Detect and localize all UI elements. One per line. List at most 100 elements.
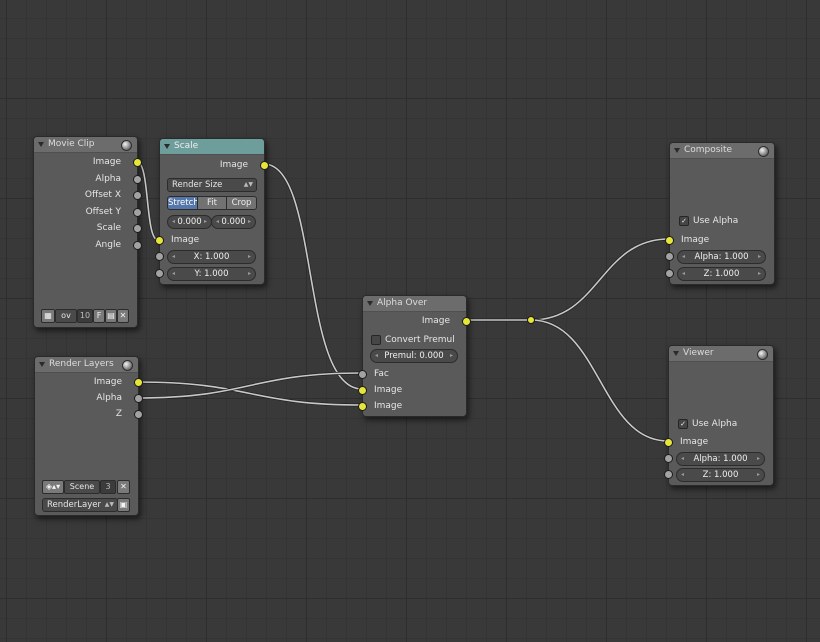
preview-sphere-icon[interactable] <box>758 146 769 157</box>
composite-use-alpha-checkbox[interactable]: ✓ <box>679 216 689 226</box>
offset-y-field[interactable]: ◂ 0.000 ▸ <box>211 215 256 229</box>
render-output-label-z: Z <box>115 409 122 419</box>
render-output-socket-z[interactable] <box>134 410 143 419</box>
scale-y-field[interactable]: ◂ Y: 1.000 ▸ <box>167 267 256 281</box>
fit-button[interactable]: Fit <box>197 196 227 210</box>
decrement-arrow-icon[interactable]: ◂ <box>375 350 378 362</box>
viewer-input-socket-z[interactable] <box>664 470 673 479</box>
reroute-socket[interactable] <box>527 316 535 324</box>
fake-user-button[interactable]: F <box>93 309 105 323</box>
composite-z-field[interactable]: ◂ Z: 1.000 ▸ <box>677 267 766 281</box>
decrement-arrow-icon[interactable]: ◂ <box>681 453 684 465</box>
crop-button[interactable]: Crop <box>226 196 257 210</box>
render-output-socket-alpha[interactable] <box>134 394 143 403</box>
composite-title: Composite <box>684 145 733 155</box>
render-output-socket-image[interactable] <box>134 378 143 387</box>
composite-input-socket-image[interactable] <box>665 236 674 245</box>
decrement-arrow-icon[interactable]: ◂ <box>172 251 175 263</box>
premul-field[interactable]: ◂ Premul: 0.000 ▸ <box>370 349 458 363</box>
alpha-over-input-socket-image-1[interactable] <box>358 386 367 395</box>
viewer-use-alpha-checkbox[interactable]: ✓ <box>678 419 688 429</box>
preview-sphere-icon[interactable] <box>122 360 133 371</box>
viewer-node-header[interactable]: Viewer <box>669 346 773 362</box>
stretch-button[interactable]: Stretch <box>167 196 199 210</box>
increment-arrow-icon[interactable]: ▸ <box>757 453 760 465</box>
alpha-over-output-socket[interactable] <box>462 317 471 326</box>
decrement-arrow-icon[interactable]: ◂ <box>172 216 175 228</box>
movie-clip-node-header[interactable]: Movie Clip <box>34 137 137 153</box>
output-label-offset-x: Offset X <box>84 190 121 200</box>
increment-arrow-icon[interactable]: ▸ <box>248 216 251 228</box>
convert-premul-checkbox[interactable] <box>371 335 381 345</box>
render-output-label-alpha: Alpha <box>96 393 122 403</box>
composite-input-socket-z[interactable] <box>665 269 674 278</box>
composite-node[interactable]: Composite ✓ Use Alpha Image ◂ Alpha: 1.0… <box>665 142 775 285</box>
render-layers-node[interactable]: Render Layers Image Alpha Z ◈▴▾ Scene 3 … <box>34 356 143 516</box>
decrement-arrow-icon[interactable]: ◂ <box>681 469 684 481</box>
unlink-scene-icon[interactable]: ✕ <box>117 480 130 494</box>
scale-node-header[interactable]: Scale <box>160 139 264 155</box>
viewer-node[interactable]: Viewer ✓ Use Alpha Image ◂ Alpha: 1.000 … <box>664 345 774 486</box>
decrement-arrow-icon[interactable]: ◂ <box>682 268 685 280</box>
output-socket-angle[interactable] <box>133 241 142 250</box>
decrement-arrow-icon[interactable]: ◂ <box>682 251 685 263</box>
output-socket-scale[interactable] <box>133 224 142 233</box>
scene-name-field[interactable]: Scene <box>64 480 100 494</box>
scene-browse-icon[interactable]: ◈▴▾ <box>42 480 64 494</box>
viewer-alpha-field[interactable]: ◂ Alpha: 1.000 ▸ <box>676 452 765 466</box>
increment-arrow-icon[interactable]: ▸ <box>757 469 760 481</box>
link-render-alpha-to-fac <box>136 371 364 400</box>
increment-arrow-icon[interactable]: ▸ <box>204 216 207 228</box>
viewer-input-socket-alpha[interactable] <box>664 454 673 463</box>
space-dropdown-value: Render Size <box>172 180 223 190</box>
scale-y-value: Y: 1.000 <box>194 269 229 279</box>
render-layer-dropdown[interactable]: RenderLayer ▲▼ <box>42 498 118 512</box>
unlink-clip-icon[interactable]: ✕ <box>117 309 129 323</box>
scale-input-socket-image[interactable] <box>155 236 164 245</box>
offset-x-value: 0.000 <box>177 217 202 227</box>
increment-arrow-icon[interactable]: ▸ <box>450 350 453 362</box>
composite-alpha-field[interactable]: ◂ Alpha: 1.000 ▸ <box>677 250 766 264</box>
scale-input-socket-x[interactable] <box>155 252 164 261</box>
link-scale-to-alphaover-image <box>262 162 364 391</box>
viewer-input-socket-image[interactable] <box>664 438 673 447</box>
scale-node[interactable]: Scale Image Render Size ▲▼ Stretch Fit C… <box>155 138 269 285</box>
preview-sphere-icon[interactable] <box>121 140 132 151</box>
alpha-over-node[interactable]: Alpha Over Image Convert Premul ◂ Premul… <box>358 295 471 417</box>
alpha-over-node-header[interactable]: Alpha Over <box>363 296 466 312</box>
render-layers-node-header[interactable]: Render Layers <box>35 357 138 373</box>
viewer-z-value: Z: 1.000 <box>702 470 739 480</box>
output-socket-offset-y[interactable] <box>133 208 142 217</box>
scale-title: Scale <box>174 141 199 151</box>
space-dropdown[interactable]: Render Size ▲▼ <box>167 178 257 192</box>
composite-input-socket-alpha[interactable] <box>665 252 674 261</box>
viewer-use-alpha-label: Use Alpha <box>692 419 738 429</box>
increment-arrow-icon[interactable]: ▸ <box>248 251 251 263</box>
decrement-arrow-icon[interactable]: ◂ <box>216 216 219 228</box>
alpha-over-input-socket-image-2[interactable] <box>358 402 367 411</box>
scale-input-socket-y[interactable] <box>155 269 164 278</box>
output-socket-image[interactable] <box>133 158 142 167</box>
scale-x-field[interactable]: ◂ X: 1.000 ▸ <box>167 250 256 264</box>
increment-arrow-icon[interactable]: ▸ <box>758 251 761 263</box>
output-socket-alpha[interactable] <box>133 175 142 184</box>
movie-clip-node[interactable]: Movie Clip Image Alpha Offset X Offset Y… <box>33 136 142 328</box>
decrement-arrow-icon[interactable]: ◂ <box>172 268 175 280</box>
output-socket-offset-x[interactable] <box>133 191 142 200</box>
increment-arrow-icon[interactable]: ▸ <box>248 268 251 280</box>
link-reroute-to-composite <box>529 237 671 322</box>
clip-browse-icon[interactable]: ▦ <box>41 309 55 323</box>
preview-sphere-icon[interactable] <box>757 349 768 360</box>
alpha-over-input-socket-fac[interactable] <box>358 370 367 379</box>
output-label-image: Image <box>92 157 121 167</box>
scale-output-socket[interactable] <box>260 161 269 170</box>
viewer-input-label-image: Image <box>680 437 709 447</box>
render-layer-icon[interactable]: ▣ <box>117 498 130 512</box>
increment-arrow-icon[interactable]: ▸ <box>758 268 761 280</box>
viewer-z-field[interactable]: ◂ Z: 1.000 ▸ <box>676 468 765 482</box>
clip-name-field[interactable]: ov <box>55 309 77 323</box>
composite-node-header[interactable]: Composite <box>670 143 774 159</box>
offset-x-field[interactable]: ◂ 0.000 ▸ <box>167 215 212 229</box>
open-folder-icon[interactable]: ▤ <box>105 309 117 323</box>
link-render-image-to-alphaover-top <box>137 381 363 406</box>
